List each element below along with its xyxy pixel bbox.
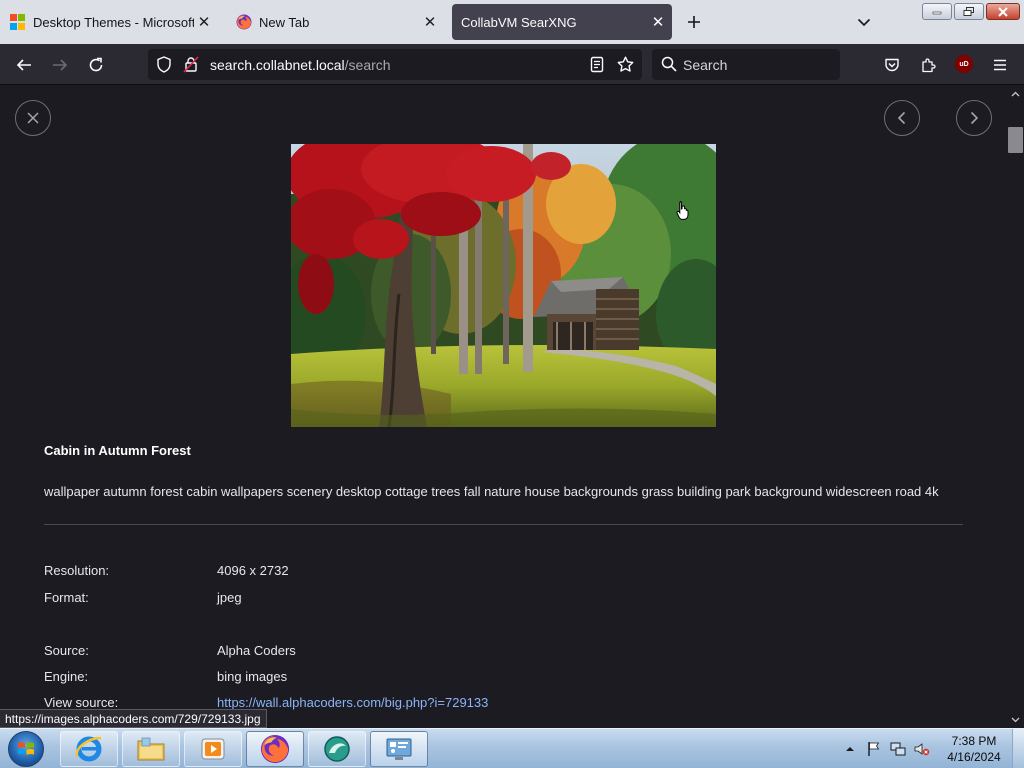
- source-value: Alpha Coders: [217, 643, 296, 658]
- clock-time: 7:38 PM: [951, 734, 997, 748]
- url-path: /search: [344, 57, 391, 73]
- navigation-toolbar: search.collabnet.local/search Search uD: [0, 44, 1024, 85]
- hamburger-menu-icon[interactable]: [989, 54, 1011, 76]
- firefox-icon: [236, 14, 252, 30]
- show-desktop-button[interactable]: [1012, 729, 1024, 768]
- internet-explorer-icon: [75, 736, 102, 762]
- tracking-protection-shield-icon[interactable]: [156, 56, 172, 78]
- tab-new-tab[interactable]: New Tab ✕: [226, 4, 444, 40]
- vertical-scrollbar[interactable]: [1007, 85, 1024, 728]
- control-panel-icon: [386, 738, 412, 760]
- back-arrow-icon[interactable]: [13, 54, 35, 76]
- chevron-left-icon: [897, 111, 906, 125]
- insecure-lock-icon[interactable]: [183, 56, 199, 78]
- close-icon: [27, 112, 39, 124]
- system-clock[interactable]: 7:38 PM 4/16/2024: [940, 733, 1008, 765]
- tab-title: New Tab: [259, 14, 310, 30]
- taskbar-media-player[interactable]: [184, 731, 242, 767]
- hover-link-status: https://images.alphacoders.com/729/72913…: [0, 709, 267, 728]
- hand-cursor-icon: [676, 200, 690, 225]
- bookmark-star-icon[interactable]: [617, 56, 634, 78]
- url-text: search.collabnet.local/search: [210, 57, 391, 73]
- action-center-flag-icon[interactable]: [866, 741, 882, 757]
- volume-muted-icon[interactable]: [914, 741, 930, 757]
- search-icon: [661, 56, 677, 77]
- close-tab-icon[interactable]: ✕: [420, 12, 440, 32]
- app-icon: [324, 736, 350, 762]
- taskbar-file-explorer[interactable]: [122, 731, 180, 767]
- url-host: search.collabnet.local: [210, 57, 345, 73]
- tab-strip: Desktop Themes - Microsoft Su ✕ New Tab …: [0, 0, 1024, 44]
- firefox-icon: [260, 734, 290, 764]
- previous-image-button[interactable]: [884, 100, 920, 136]
- show-hidden-icons-up-arrow-icon[interactable]: [842, 741, 858, 757]
- close-window-button[interactable]: [986, 3, 1020, 20]
- ublock-origin-icon[interactable]: uD: [955, 55, 973, 73]
- image-title: Cabin in Autumn Forest: [44, 443, 191, 458]
- format-label: Format:: [44, 590, 89, 605]
- tab-desktop-themes[interactable]: Desktop Themes - Microsoft Su ✕: [0, 4, 218, 40]
- close-viewer-button[interactable]: [15, 100, 51, 136]
- taskbar-internet-explorer[interactable]: [60, 731, 118, 767]
- reader-view-icon[interactable]: [589, 56, 605, 78]
- network-icon[interactable]: [890, 741, 906, 757]
- format-value: jpeg: [217, 590, 242, 605]
- reload-icon[interactable]: [85, 54, 107, 76]
- resolution-value: 4096 x 2732: [217, 563, 289, 578]
- tab-title: CollabVM SearXNG: [461, 14, 577, 30]
- image-preview[interactable]: [291, 144, 716, 427]
- list-all-tabs-chevron-down-icon[interactable]: [854, 12, 874, 32]
- search-bar[interactable]: Search: [652, 49, 840, 80]
- extensions-puzzle-icon[interactable]: [917, 54, 939, 76]
- restore-button[interactable]: [954, 3, 984, 20]
- image-description: wallpaper autumn forest cabin wallpapers…: [44, 484, 939, 499]
- address-bar[interactable]: search.collabnet.local/search: [148, 49, 642, 80]
- image-detail-viewer: Cabin in Autumn Forest wallpaper autumn …: [0, 85, 1024, 728]
- engine-label: Engine:: [44, 669, 89, 684]
- search-placeholder: Search: [683, 57, 728, 73]
- scrollbar-thumb[interactable]: [1008, 127, 1023, 153]
- windows-logo-icon: [8, 731, 44, 767]
- taskbar-app[interactable]: [308, 731, 366, 767]
- minimize-button[interactable]: [922, 3, 952, 20]
- source-label: Source:: [44, 643, 89, 658]
- file-explorer-icon: [137, 737, 165, 761]
- new-tab-button[interactable]: [684, 12, 704, 32]
- view-source-label: View source:: [44, 695, 119, 710]
- chevron-right-icon: [970, 111, 979, 125]
- tab-title: Desktop Themes - Microsoft Su: [33, 14, 194, 30]
- next-image-button[interactable]: [956, 100, 992, 136]
- taskbar-firefox[interactable]: [246, 731, 304, 767]
- scroll-down-arrow-icon[interactable]: [1010, 715, 1021, 724]
- divider: [44, 524, 963, 525]
- window-controls: [922, 3, 1020, 20]
- view-source-link[interactable]: https://wall.alphacoders.com/big.php?i=7…: [217, 695, 488, 710]
- scroll-up-arrow-icon[interactable]: [1010, 89, 1021, 98]
- taskbar-control-panel[interactable]: [370, 731, 428, 767]
- media-player-icon: [201, 738, 225, 760]
- start-button[interactable]: [4, 729, 48, 768]
- resolution-label: Resolution:: [44, 563, 110, 578]
- screen: Desktop Themes - Microsoft Su ✕ New Tab …: [0, 0, 1024, 768]
- windows-taskbar: 7:38 PM 4/16/2024: [0, 728, 1024, 768]
- close-tab-icon[interactable]: ✕: [194, 12, 214, 32]
- microsoft-logo-icon: [10, 14, 26, 30]
- close-tab-icon[interactable]: ✕: [648, 12, 668, 32]
- tab-collabvm-searxng[interactable]: CollabVM SearXNG ✕: [452, 4, 672, 40]
- pocket-icon[interactable]: [881, 54, 903, 76]
- clock-date: 4/16/2024: [947, 750, 1001, 764]
- forward-arrow-icon[interactable]: [49, 54, 71, 76]
- engine-value: bing images: [217, 669, 288, 684]
